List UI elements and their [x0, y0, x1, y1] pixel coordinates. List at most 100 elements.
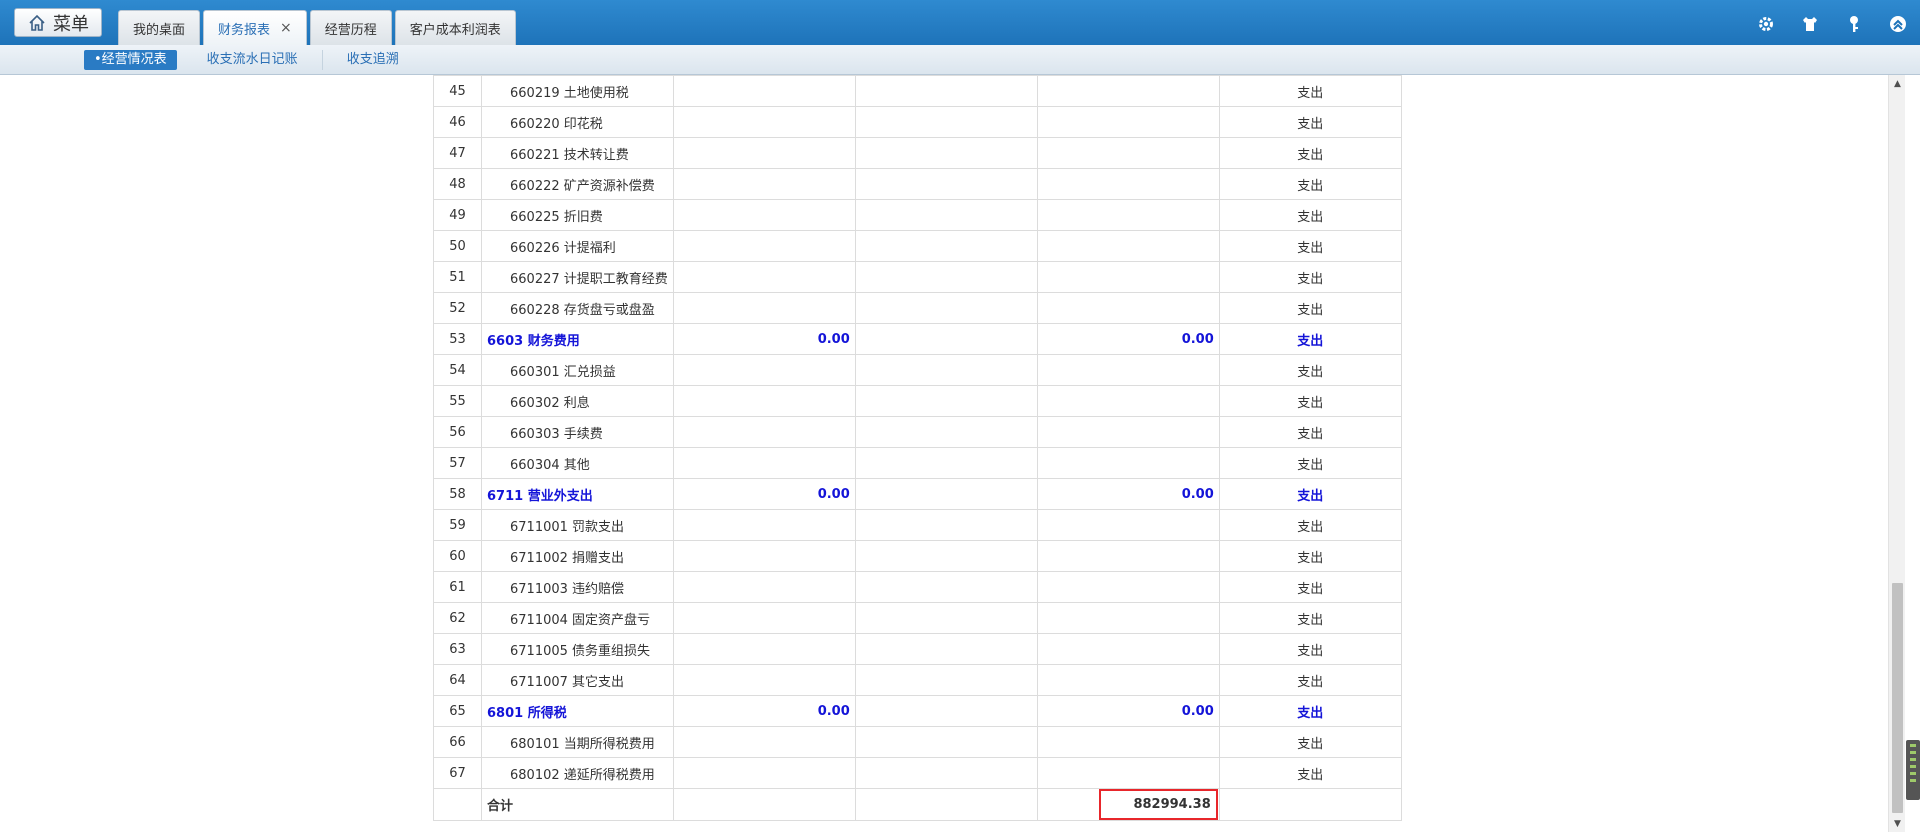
cell-name: 6801 所得税 [481, 695, 674, 727]
cell-value [1036, 230, 1220, 262]
table-row-group: 58 6711 营业外支出 0.00 0.00 支出 [433, 478, 1402, 510]
table-row: 52 660228 存货盘亏或盘盈 支出 [433, 292, 1402, 324]
cell-value [672, 757, 856, 789]
cell-type: 支出 [1218, 478, 1402, 510]
table-row: 56 660303 手续费 支出 [433, 416, 1402, 448]
subnav-cash-journal[interactable]: 收支流水日记账 [183, 49, 323, 70]
cell-value [854, 726, 1038, 758]
collapse-up-icon[interactable] [1888, 14, 1908, 34]
cell-value [672, 106, 856, 138]
cell-type: 支出 [1218, 75, 1402, 107]
cell-type: 支出 [1218, 385, 1402, 417]
side-panel-handle[interactable] [1906, 740, 1920, 800]
cell-value [854, 230, 1038, 262]
scroll-thumb[interactable] [1892, 583, 1903, 813]
cell-no: 45 [433, 75, 482, 107]
tab-label: 财务报表 [218, 22, 271, 38]
table-row: 46 660220 印花税 支出 [433, 106, 1402, 138]
cell-value [854, 509, 1038, 541]
table-row: 51 660227 计提职工教育经费 支出 [433, 261, 1402, 293]
cell-no: 64 [433, 664, 482, 696]
cell-type: 支出 [1218, 602, 1402, 634]
cell-value [672, 292, 856, 324]
table-row: 62 6711004 固定资产盘亏 支出 [433, 602, 1402, 634]
cell-value [1036, 416, 1220, 448]
cell-value [1036, 540, 1220, 572]
cell-no: 60 [433, 540, 482, 572]
vertical-scrollbar[interactable]: ▲ ▼ [1888, 75, 1905, 832]
cell-value [854, 602, 1038, 634]
cell-value [1036, 757, 1220, 789]
cell-name: 680102 递延所得税费用 [481, 757, 674, 789]
table-row: 48 660222 矿产资源补偿费 支出 [433, 168, 1402, 200]
table-row: 60 6711002 捐赠支出 支出 [433, 540, 1402, 572]
table-row-group: 65 6801 所得税 0.00 0.00 支出 [433, 695, 1402, 727]
cell-value [854, 416, 1038, 448]
cell-name: 660227 计提职工教育经费 [481, 261, 674, 293]
scroll-up-arrow-icon[interactable]: ▲ [1889, 75, 1906, 92]
tab-business-history[interactable]: 经营历程 [309, 10, 392, 45]
cell-value [1036, 199, 1220, 231]
cell-value [672, 168, 856, 200]
cell-value [1036, 571, 1220, 603]
cell-value [854, 664, 1038, 696]
cell-value [672, 75, 856, 107]
cell-name: 660222 矿产资源补偿费 [481, 168, 674, 200]
table-row: 61 6711003 违约赔偿 支出 [433, 571, 1402, 603]
key-icon[interactable] [1844, 14, 1864, 34]
cell-value [854, 633, 1038, 665]
cell-value [854, 323, 1038, 355]
cell-name: 6711002 捐赠支出 [481, 540, 674, 572]
cell-type: 支出 [1218, 292, 1402, 324]
home-icon [29, 14, 45, 31]
cell-type: 支出 [1218, 757, 1402, 789]
cell-name: 6711 营业外支出 [481, 478, 674, 510]
cell-value: 0.00 [1036, 323, 1220, 355]
cell-no: 50 [433, 230, 482, 262]
menu-button[interactable]: 菜单 [14, 8, 102, 37]
shirt-icon[interactable] [1800, 14, 1820, 34]
cell-value [854, 447, 1038, 479]
cell-type: 支出 [1218, 261, 1402, 293]
tab-label: 经营历程 [324, 22, 377, 38]
cell-value [854, 261, 1038, 293]
cell-value [1036, 354, 1220, 386]
close-icon[interactable]: × [280, 20, 292, 36]
cell-no: 56 [433, 416, 482, 448]
table-body: 45 660219 土地使用税 支出 46 660220 印花税 支出 47 660221 技… [433, 75, 1402, 821]
cell-value [672, 261, 856, 293]
cell-value [672, 602, 856, 634]
cell-value [854, 292, 1038, 324]
cell-no: 59 [433, 509, 482, 541]
cell-name: 660219 土地使用税 [481, 75, 674, 107]
cell-type: 支出 [1218, 416, 1402, 448]
cell-type: 支出 [1218, 540, 1402, 572]
gear-icon[interactable] [1756, 14, 1776, 34]
tab-my-desktop[interactable]: 我的桌面 [118, 10, 201, 45]
cell-name: 660225 折旧费 [481, 199, 674, 231]
cell-name: 660303 手续费 [481, 416, 674, 448]
cell-value [854, 106, 1038, 138]
table-row: 50 660226 计提福利 支出 [433, 230, 1402, 262]
cell-type: 支出 [1218, 509, 1402, 541]
cell-value: 0.00 [672, 478, 856, 510]
tab-financial-report[interactable]: 财务报表 × [203, 10, 307, 45]
tab-customer-cost-profit[interactable]: 客户成本利润表 [394, 10, 516, 45]
cell-value [672, 571, 856, 603]
table-row: 45 660219 土地使用税 支出 [433, 75, 1402, 107]
cell-name: 6711005 债务重组损失 [481, 633, 674, 665]
scroll-down-arrow-icon[interactable]: ▼ [1889, 815, 1906, 832]
cell-value: 0.00 [672, 323, 856, 355]
cell-value [854, 571, 1038, 603]
cell-value [854, 75, 1038, 107]
subnav-operating-statement[interactable]: •经营情况表 [84, 49, 177, 70]
cell-no: 51 [433, 261, 482, 293]
cell-name: 6603 财务费用 [481, 323, 674, 355]
cell-type: 支出 [1218, 106, 1402, 138]
cell-value [854, 478, 1038, 510]
cell-value [672, 726, 856, 758]
subnav-trace[interactable]: 收支追溯 [323, 50, 423, 70]
cell-value [1036, 385, 1220, 417]
cell-type: 支出 [1218, 633, 1402, 665]
tab-label: 我的桌面 [133, 22, 186, 38]
